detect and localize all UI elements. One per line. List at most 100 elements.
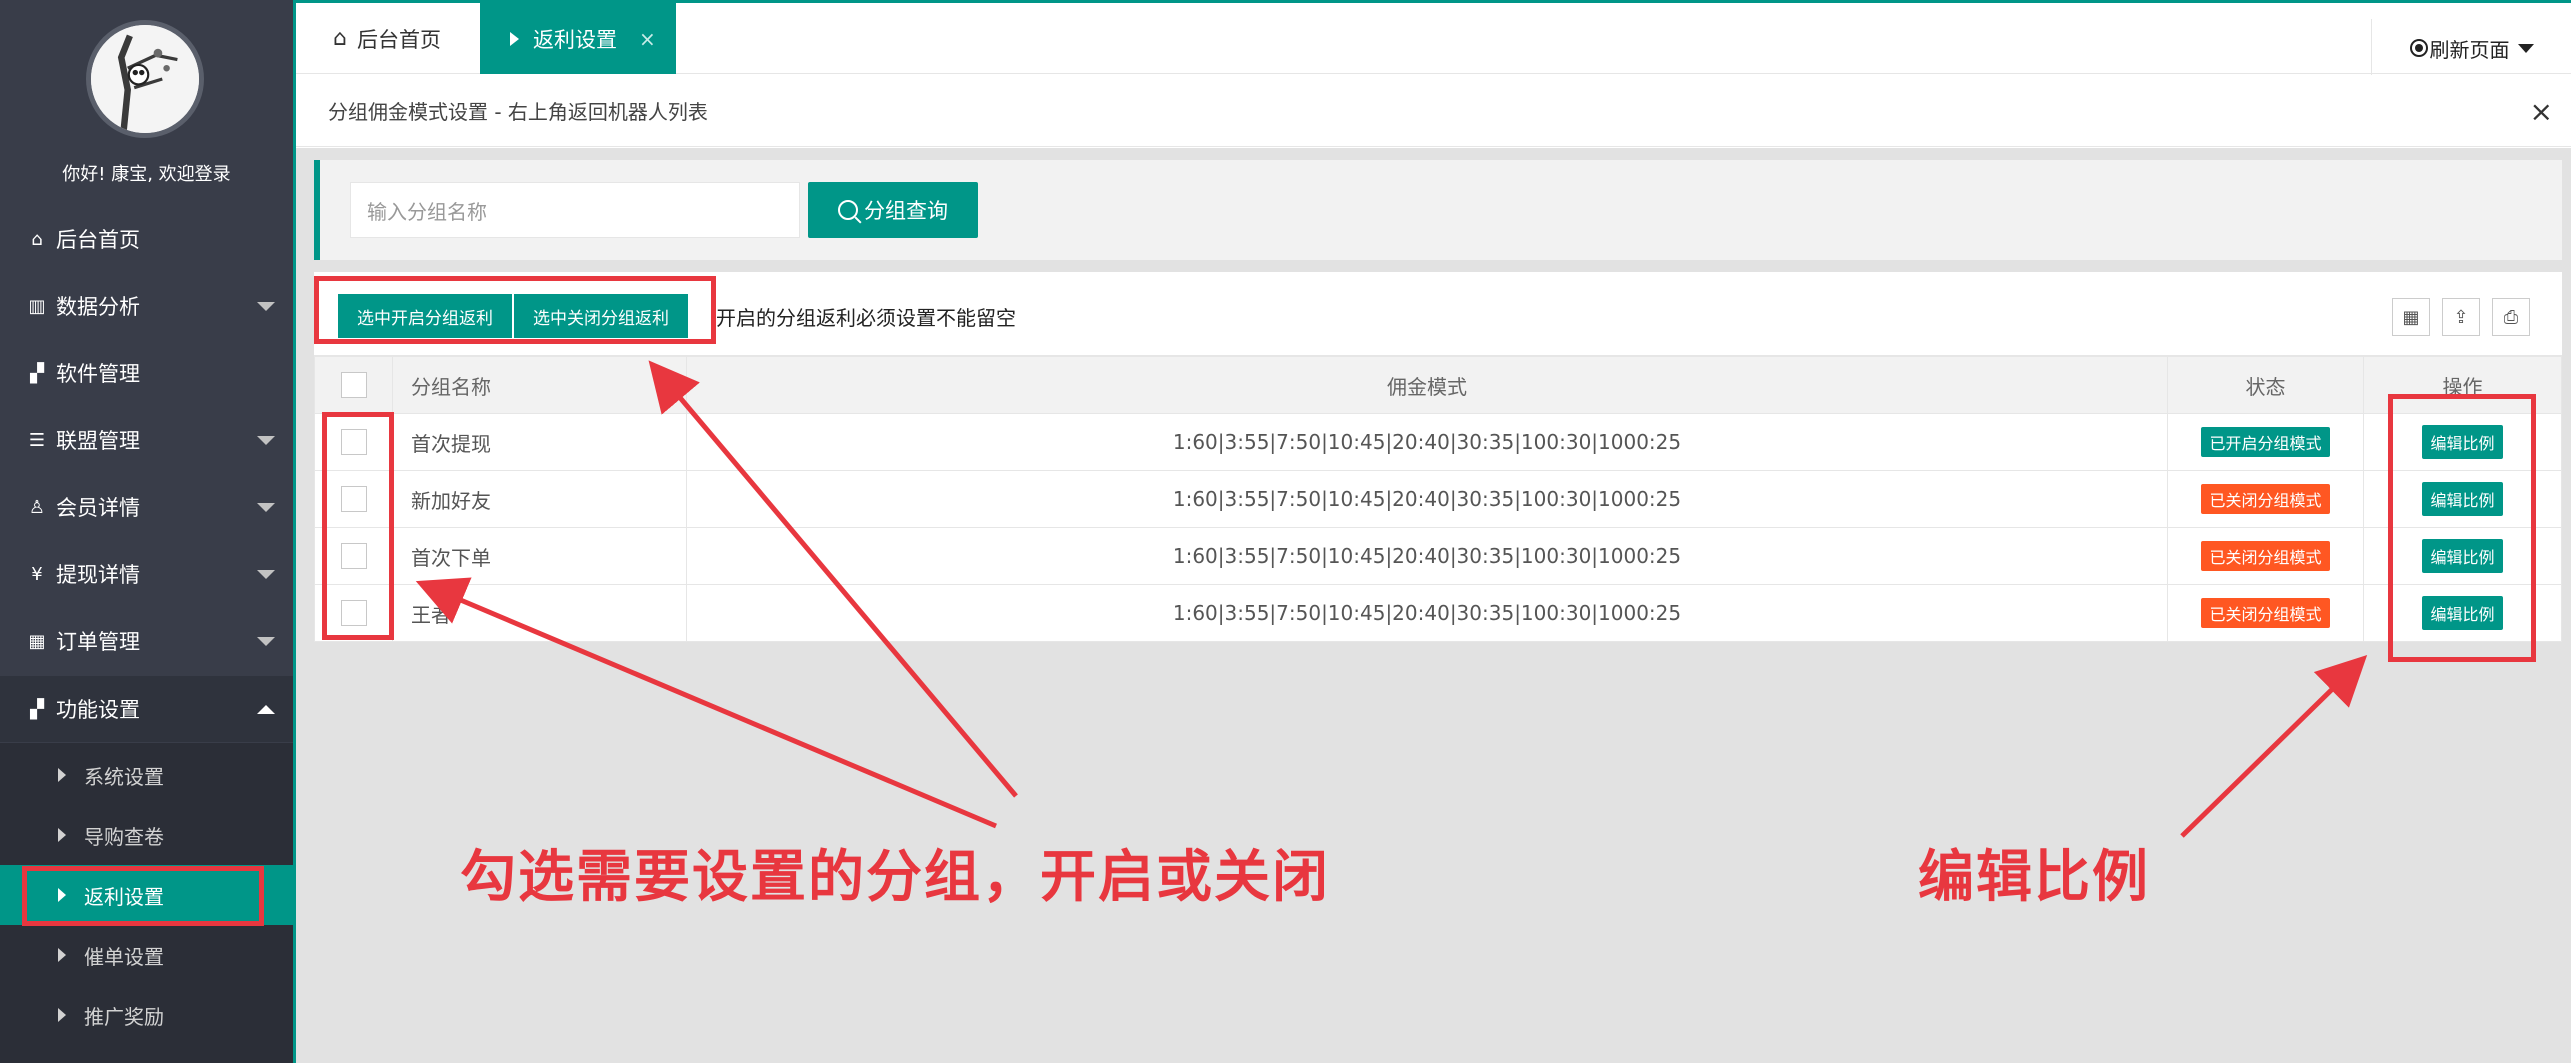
sidebar-item-label: 功能设置 — [56, 698, 140, 722]
sidebar-item-label: 联盟管理 — [56, 429, 140, 453]
search-panel: 输入分组名称 分组查询 — [314, 160, 2562, 260]
home-icon: ⌂ — [333, 26, 347, 51]
submenu-item-label: 推广奖励 — [84, 1004, 164, 1029]
tab-label: 后台首页 — [356, 27, 441, 52]
search-button-label: 分组查询 — [864, 199, 948, 223]
sidebar-item-withdraw[interactable]: ¥ 提现详情 — [0, 541, 293, 607]
annotation-box-edit — [2388, 394, 2536, 662]
refresh-page-button[interactable]: 刷新页面 — [2371, 19, 2571, 77]
sidebar-item-label: 后台首页 — [56, 228, 140, 252]
refresh-label: 刷新页面 — [2429, 37, 2510, 62]
group-name-cell: 首次下单 — [392, 527, 687, 585]
header-status: 状态 — [2167, 356, 2364, 414]
chevron-up-icon — [257, 705, 275, 714]
sidebar-item-home[interactable]: ⌂ 后台首页 — [0, 206, 293, 272]
table-header-row: 分组名称 佣金模式 状态 操作 — [314, 356, 2562, 414]
chevron-down-icon — [257, 503, 275, 512]
table-row: 首次提现 1:60|3:55|7:50|10:45|20:40|30:35|10… — [314, 413, 2562, 471]
status-badge: 已开启分组模式 — [2201, 427, 2330, 457]
page-title: 分组佣金模式设置 - 右上角返回机器人列表 — [328, 100, 708, 124]
group-name-cell: 王者 — [392, 584, 687, 642]
print-icon[interactable]: ⎙ — [2492, 298, 2530, 336]
sidebar-item-members[interactable]: ♙ 会员详情 — [0, 474, 293, 540]
chevron-down-icon — [257, 302, 275, 311]
close-icon[interactable]: × — [2530, 95, 2553, 128]
annotation-text-edit: 编辑比例 — [1918, 845, 2150, 910]
status-cell: 已关闭分组模式 — [2167, 527, 2364, 585]
caret-right-icon — [58, 948, 66, 962]
toolbar-note: 开启的分组返利必须设置不能留空 — [716, 306, 1016, 330]
group-table: 分组名称 佣金模式 状态 操作 首次提现 1:60|3:55|7:50|10:4… — [314, 356, 2562, 642]
avatar-image — [91, 25, 199, 133]
status-cell: 已关闭分组模式 — [2167, 584, 2364, 642]
list-icon: ☰ — [28, 429, 46, 451]
status-cell: 已关闭分组模式 — [2167, 470, 2364, 528]
sidebar-item-orders[interactable]: ▦ 订单管理 — [0, 608, 293, 674]
commission-mode-cell: 1:60|3:55|7:50|10:45|20:40|30:35|100:30|… — [686, 413, 2168, 471]
sidebar-item-label: 会员详情 — [56, 496, 140, 520]
commission-mode-cell: 1:60|3:55|7:50|10:45|20:40|30:35|100:30|… — [686, 527, 2168, 585]
select-all-checkbox[interactable] — [340, 372, 367, 399]
submenu-item-guide[interactable]: 导购查卷 — [0, 805, 293, 865]
export-icon[interactable]: ⇪ — [2442, 298, 2480, 336]
yen-icon: ¥ — [31, 563, 43, 585]
columns-icon[interactable]: ▦ — [2392, 298, 2430, 336]
status-badge: 已关闭分组模式 — [2201, 541, 2330, 571]
table-row: 新加好友 1:60|3:55|7:50|10:45|20:40|30:35|10… — [314, 470, 2562, 528]
sidebar-item-label: 订单管理 — [56, 630, 140, 654]
table-row: 首次下单 1:60|3:55|7:50|10:45|20:40|30:35|10… — [314, 527, 2562, 585]
sidebar-item-label: 软件管理 — [56, 362, 140, 386]
tab-home[interactable]: ⌂ 后台首页 — [296, 3, 478, 74]
header-name: 分组名称 — [392, 356, 687, 414]
tab-rebate-settings[interactable]: 返利设置 × — [480, 3, 676, 74]
page-header: 分组佣金模式设置 - 右上角返回机器人列表 × — [296, 75, 2571, 147]
close-icon[interactable]: × — [639, 27, 656, 51]
sidebar-item-alliance[interactable]: ☰ 联盟管理 — [0, 407, 293, 473]
annotation-text-select: 勾选需要设置的分组，开启或关闭 — [460, 845, 1330, 910]
apps-icon: ▞ — [30, 362, 44, 384]
chevron-down-icon — [257, 570, 275, 579]
tab-bar: ⌂ 后台首页 返利设置 × 刷新页面 — [296, 0, 2571, 77]
radio-icon — [2409, 39, 2428, 57]
submenu-item-system[interactable]: 系统设置 — [0, 745, 293, 805]
submenu-item-label: 催单设置 — [84, 944, 164, 969]
sidebar-item-label: 数据分析 — [56, 295, 140, 319]
tab-label: 返利设置 — [533, 27, 617, 52]
book-icon: ▥ — [28, 295, 46, 317]
commission-mode-cell: 1:60|3:55|7:50|10:45|20:40|30:35|100:30|… — [686, 470, 2168, 528]
sidebar-item-label: 提现详情 — [56, 563, 140, 587]
status-badge: 已关闭分组模式 — [2201, 484, 2330, 514]
status-cell: 已开启分组模式 — [2167, 413, 2364, 471]
submenu-item-promotion[interactable]: 推广奖励 — [0, 985, 293, 1045]
caret-right-icon — [58, 828, 66, 842]
commission-mode-cell: 1:60|3:55|7:50|10:45|20:40|30:35|100:30|… — [686, 584, 2168, 642]
avatar[interactable] — [86, 20, 204, 138]
table-row: 王者 1:60|3:55|7:50|10:45|20:40|30:35|100:… — [314, 584, 2562, 642]
submenu-item-label: 系统设置 — [84, 764, 164, 789]
caret-right-icon — [58, 768, 66, 782]
sidebar-item-software[interactable]: ▞ 软件管理 — [0, 340, 293, 406]
annotation-box-sidebar — [22, 866, 264, 926]
header-mode: 佣金模式 — [686, 356, 2168, 414]
caret-right-icon — [510, 31, 519, 46]
caret-right-icon — [58, 1008, 66, 1022]
submenu-item-label: 导购查卷 — [84, 824, 164, 849]
select-all-cell — [314, 356, 393, 414]
user-icon: ♙ — [28, 496, 46, 518]
welcome-text: 你好! 康宝, 欢迎登录 — [62, 164, 231, 185]
annotation-box-checkboxes — [322, 412, 394, 640]
home-icon: ⌂ — [31, 228, 43, 250]
status-badge: 已关闭分组模式 — [2201, 598, 2330, 628]
chevron-down-icon — [257, 436, 275, 445]
chevron-down-icon — [2517, 43, 2534, 53]
annotation-box-toolbar — [314, 276, 716, 344]
apps-icon: ▞ — [30, 698, 44, 720]
sidebar-item-data-analysis[interactable]: ▥ 数据分析 — [0, 273, 293, 339]
group-name-search-input[interactable]: 输入分组名称 — [350, 182, 800, 238]
submenu-item-reminder[interactable]: 催单设置 — [0, 925, 293, 985]
search-icon — [838, 200, 858, 220]
grid-icon: ▦ — [28, 630, 46, 652]
group-search-button[interactable]: 分组查询 — [808, 182, 978, 238]
sidebar-item-settings[interactable]: ▞ 功能设置 — [0, 676, 293, 742]
chevron-down-icon — [257, 637, 275, 646]
